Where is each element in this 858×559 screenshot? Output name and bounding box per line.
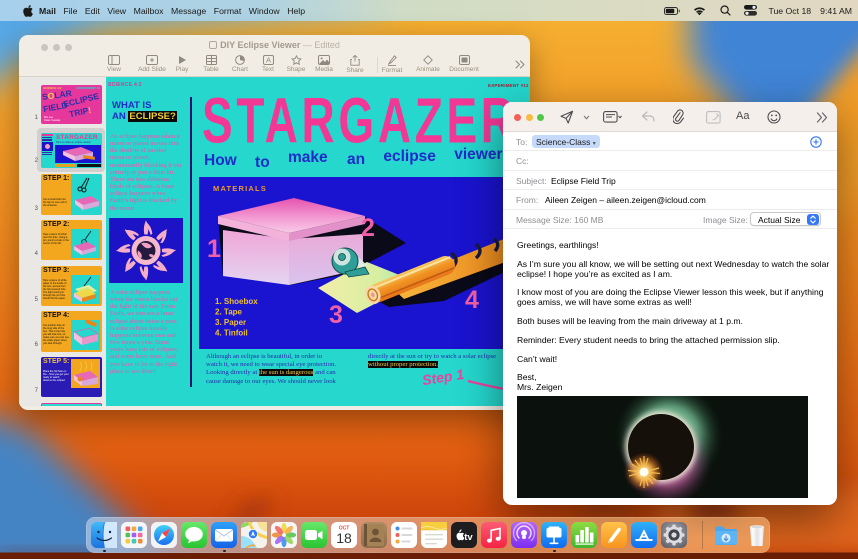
svg-text:18: 18 — [336, 530, 352, 546]
svg-text:3: 3 — [329, 301, 343, 329]
svg-text:4. Tinfoil: 4. Tinfoil — [215, 329, 248, 338]
svg-text:4: 4 — [465, 286, 479, 314]
svg-text:3. Paper: 3. Paper — [215, 318, 246, 327]
svg-text:STARGAZER: STARGAZER — [202, 89, 514, 147]
svg-text:2. Tape: 2. Tape — [215, 308, 243, 317]
svg-text:tv: tv — [464, 532, 473, 543]
svg-text:1: 1 — [207, 235, 221, 263]
svg-text:2: 2 — [361, 214, 375, 242]
svg-text:1. Shoebox: 1. Shoebox — [215, 297, 258, 306]
